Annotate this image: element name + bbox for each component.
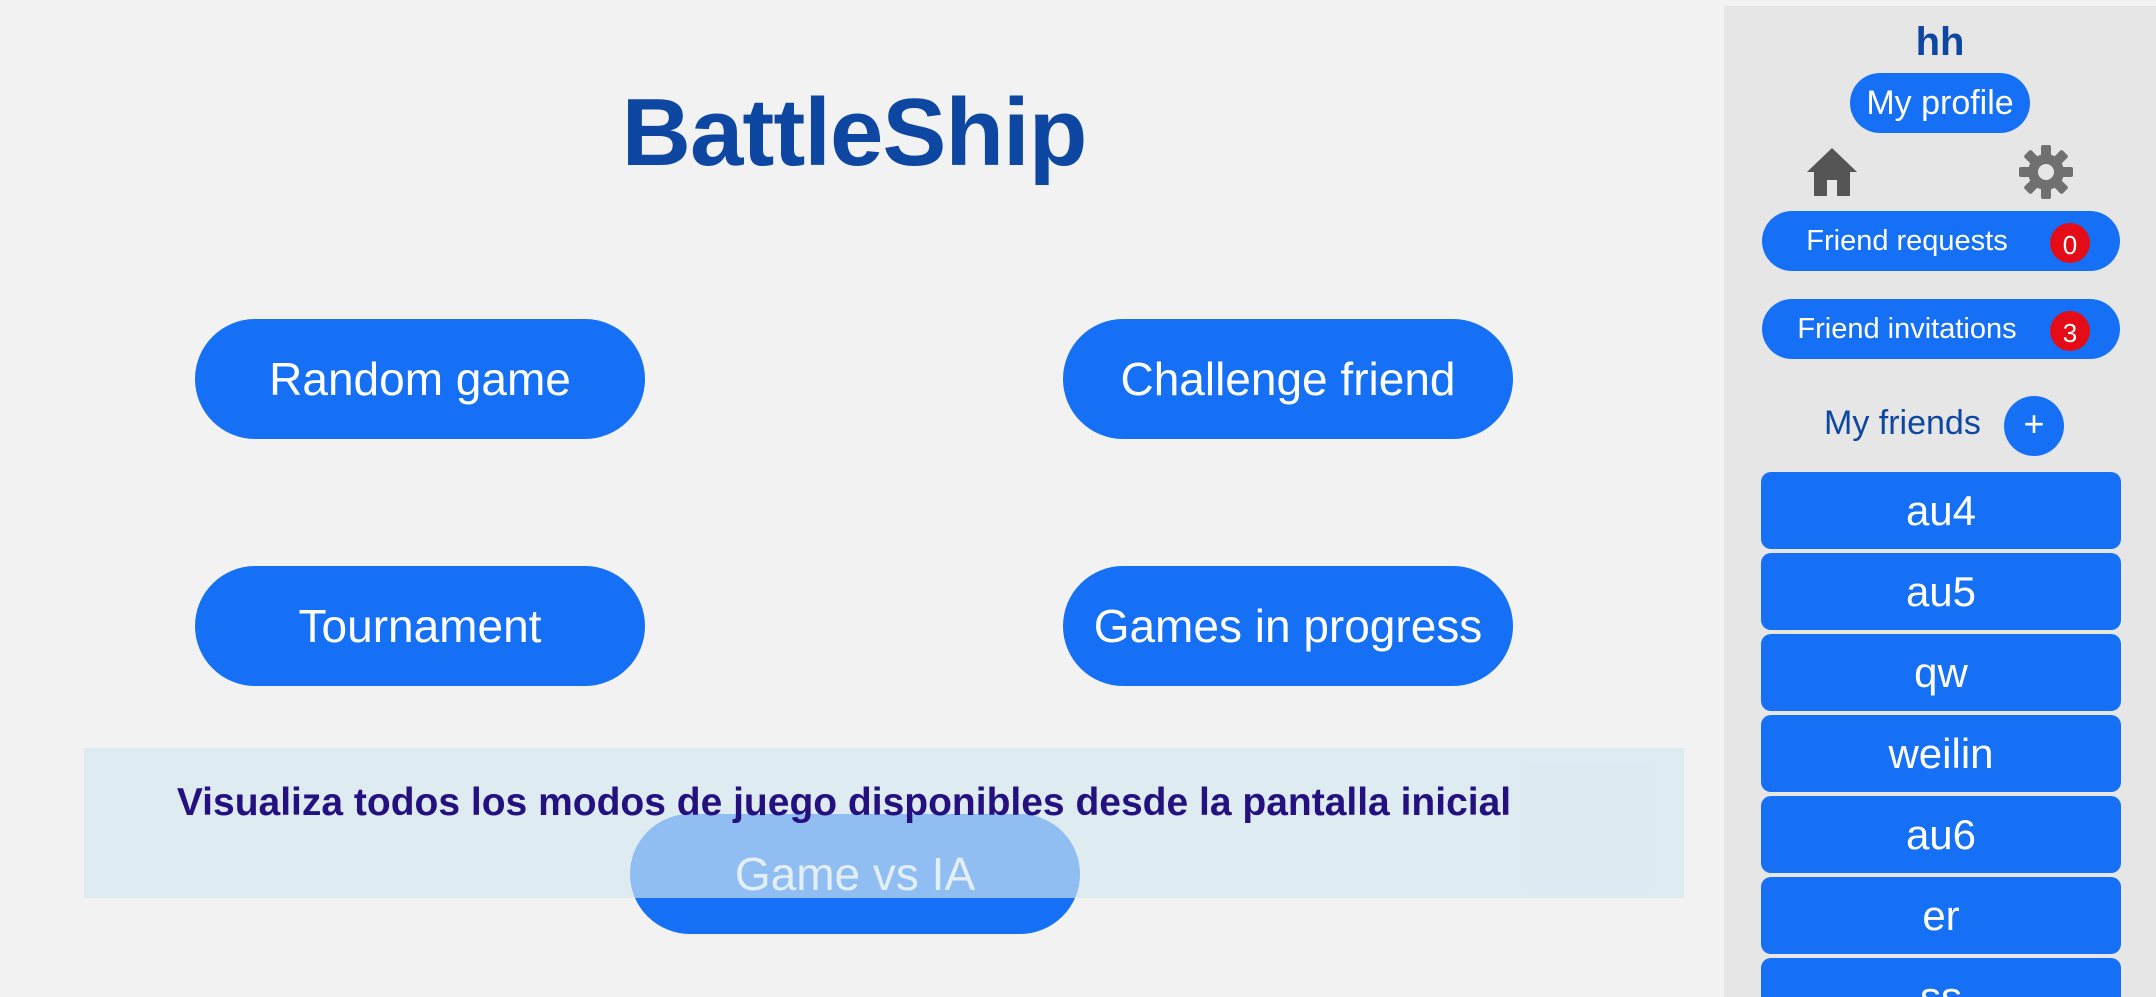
main-screen: BattleShip Random game Challenge friend … [0, 0, 2156, 997]
friend-item[interactable]: au5 [1761, 553, 2121, 630]
tournament-button[interactable]: Tournament [195, 566, 645, 686]
friend-item[interactable]: au4 [1761, 472, 2121, 549]
friend-item[interactable]: au6 [1761, 796, 2121, 873]
home-icon[interactable] [1802, 142, 1862, 202]
friend-invitations-label: Friend invitations [1797, 313, 2017, 345]
friend-requests-label: Friend requests [1806, 225, 2008, 257]
gear-icon[interactable] [2016, 142, 2076, 202]
friend-invitations-button[interactable]: Friend invitations 3 [1762, 299, 2120, 359]
sidebar: hh My profile Friend requests 0 Friend i… [1724, 6, 2156, 997]
tutorial-text: Visualiza todos los modos de juego dispo… [176, 781, 1512, 824]
random-game-button[interactable]: Random game [195, 319, 645, 439]
friend-invitations-count-badge: 3 [2050, 311, 2090, 351]
games-in-progress-button[interactable]: Games in progress [1063, 566, 1513, 686]
friend-item[interactable]: er [1761, 877, 2121, 954]
add-friend-button[interactable]: + [2004, 396, 2064, 456]
app-title: BattleShip [621, 79, 1088, 186]
friend-item[interactable]: weilin [1761, 715, 2121, 792]
friend-requests-count-badge: 0 [2050, 223, 2090, 263]
friend-item[interactable]: qw [1761, 634, 2121, 711]
friend-item[interactable]: ss [1761, 958, 2121, 997]
friend-list: au4 au5 qw weilin au6 er ss [1761, 472, 2121, 997]
challenge-friend-button[interactable]: Challenge friend [1063, 319, 1513, 439]
friend-requests-button[interactable]: Friend requests 0 [1762, 211, 2120, 271]
username: hh [1915, 20, 1965, 64]
my-friends-label: My friends [1824, 404, 1981, 442]
my-profile-button[interactable]: My profile [1850, 73, 2030, 133]
